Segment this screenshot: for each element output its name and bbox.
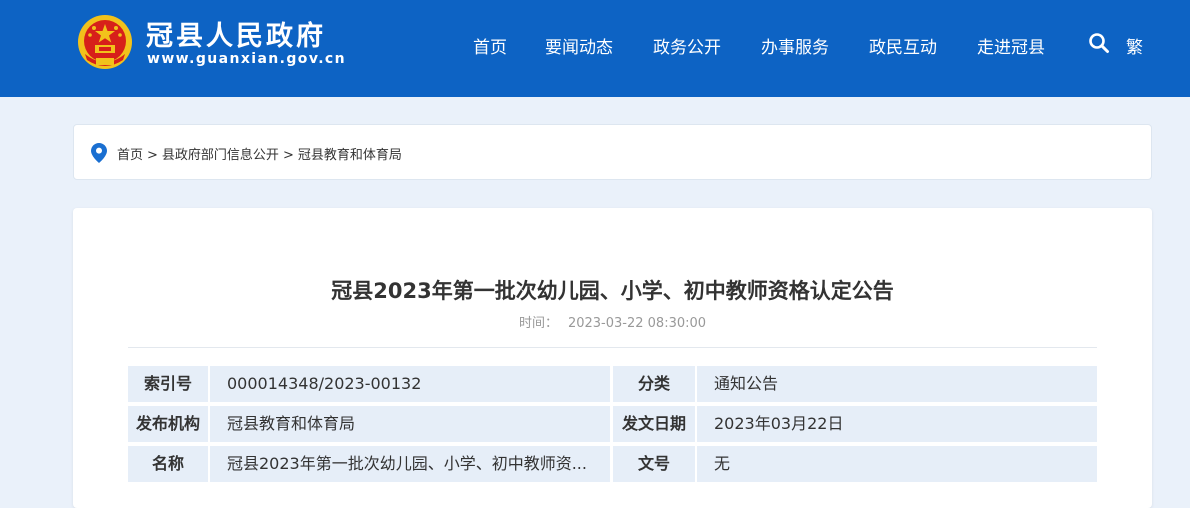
nav-services[interactable]: 办事服务 (761, 33, 829, 58)
meta-label-category: 分类 (613, 366, 695, 402)
nav-interaction[interactable]: 政民互动 (869, 33, 937, 58)
nav-home[interactable]: 首页 (473, 33, 507, 58)
traditional-chinese-toggle[interactable]: 繁 (1126, 33, 1143, 58)
nav-gov-disclosure[interactable]: 政务公开 (653, 33, 721, 58)
breadcrumb: 首页 > 县政府部门信息公开 > 冠县教育和体育局 (73, 124, 1152, 180)
breadcrumb-education-bureau[interactable]: 冠县教育和体育局 (298, 148, 402, 163)
article-time: 时间： 2023-03-22 08:30:00 (73, 312, 1152, 331)
meta-label-doc-number: 文号 (613, 446, 695, 482)
meta-label-issue-date: 发文日期 (613, 406, 695, 442)
main-nav: 首页 要闻动态 政务公开 办事服务 政民互动 走进冠县 (0, 0, 1190, 97)
meta-value-publisher: 冠县教育和体育局 (210, 406, 610, 442)
breadcrumb-home[interactable]: 首页 (117, 148, 143, 163)
meta-value-doc-number: 无 (697, 446, 1097, 482)
title-divider (128, 347, 1097, 348)
meta-label-name: 名称 (128, 446, 208, 482)
nav-about-county[interactable]: 走进冠县 (977, 33, 1045, 58)
meta-value-index: 000014348/2023-00132 (210, 366, 610, 402)
nav-news[interactable]: 要闻动态 (545, 33, 613, 58)
article-panel: 冠县2023年第一批次幼儿园、小学、初中教师资格认定公告 时间： 2023-03-… (73, 208, 1152, 508)
meta-value-name: 冠县2023年第一批次幼儿园、小学、初中教师资... (210, 446, 610, 482)
breadcrumb-separator: > (282, 148, 294, 163)
search-icon[interactable] (1088, 32, 1110, 54)
meta-value-issue-date: 2023年03月22日 (697, 406, 1097, 442)
meta-label-publisher: 发布机构 (128, 406, 208, 442)
meta-value-category: 通知公告 (697, 366, 1097, 402)
article-title: 冠县2023年第一批次幼儿园、小学、初中教师资格认定公告 (331, 279, 894, 303)
breadcrumb-dept-disclosure[interactable]: 县政府部门信息公开 (162, 148, 279, 163)
location-pin-icon (91, 143, 107, 163)
time-label: 时间： (518, 316, 558, 331)
time-value: 2023-03-22 08:30:00 (567, 316, 707, 331)
breadcrumb-separator: > (147, 148, 158, 163)
meta-label-index: 索引号 (128, 366, 208, 402)
site-header: 冠县人民政府 www.guanxian.gov.cn 首页 要闻动态 政务公开 … (0, 0, 1190, 97)
